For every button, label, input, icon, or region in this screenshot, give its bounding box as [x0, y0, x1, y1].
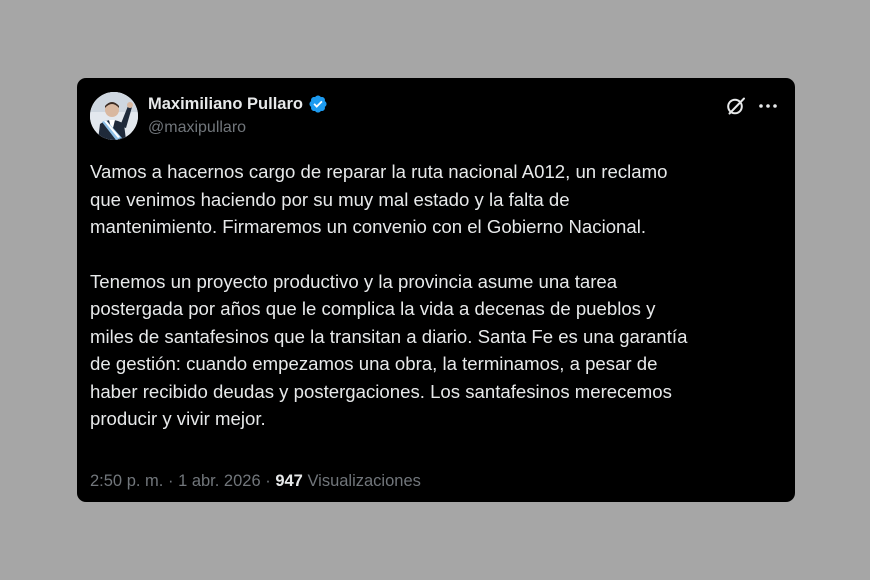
- avatar[interactable]: [90, 92, 138, 140]
- verified-badge-icon: [308, 94, 328, 114]
- tweet-text: Vamos a hacernos cargo de reparar la rut…: [90, 158, 780, 433]
- author-name-text[interactable]: Maximiliano Pullaro: [148, 95, 303, 114]
- tweet-card[interactable]: Maximiliano Pullaro @maxipullaro Vamos a…: [77, 78, 795, 502]
- tweet-date[interactable]: 1 abr. 2026: [178, 472, 261, 490]
- tweet-paragraph: Vamos a hacernos cargo de reparar la rut…: [90, 161, 668, 237]
- meta-separator: ·: [167, 472, 174, 490]
- tweet-meta: 2:50 p. m. · 1 abr. 2026 · 947 Visualiza…: [90, 472, 421, 491]
- views-count[interactable]: 947: [275, 472, 303, 490]
- meta-separator: ·: [265, 472, 271, 490]
- author-handle[interactable]: @maxipullaro: [148, 119, 246, 137]
- tweet-time[interactable]: 2:50 p. m.: [90, 472, 163, 490]
- grok-icon[interactable]: [725, 95, 747, 117]
- views-label: Visualizaciones: [307, 472, 421, 490]
- tweet-paragraph: Tenemos un proyecto productivo y la prov…: [90, 270, 688, 430]
- author-name[interactable]: Maximiliano Pullaro: [148, 94, 328, 114]
- more-options-icon[interactable]: [757, 95, 779, 117]
